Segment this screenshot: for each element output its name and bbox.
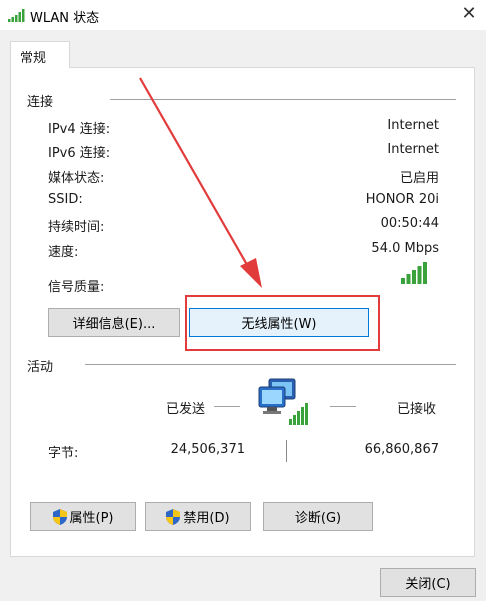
bytes-sent-value: 24,506,371 xyxy=(170,442,245,457)
row-value-media-state: 已启用 xyxy=(399,171,439,186)
row-value-speed: 54.0 Mbps xyxy=(371,241,439,256)
sent-line xyxy=(214,406,240,407)
tab-label: 常规 xyxy=(20,51,47,66)
row-label-ipv4: IPv4 连接: xyxy=(48,122,111,137)
title-bar: WLAN 状态 ✕ xyxy=(0,0,486,30)
disable-button-label: 禁用(D) xyxy=(183,511,230,526)
section-title-connection: 连接 xyxy=(27,95,54,110)
signal-strength-icon xyxy=(401,262,427,284)
row-label-speed: 速度: xyxy=(48,245,79,260)
row-value-ssid: HONOR 20i xyxy=(365,192,439,207)
details-button[interactable]: 详细信息(E)... xyxy=(48,308,180,337)
network-computers-icon xyxy=(258,378,308,425)
highlight-box-annotation xyxy=(185,295,380,351)
received-line xyxy=(330,406,356,407)
disable-button[interactable]: 禁用(D) xyxy=(145,502,251,531)
bytes-divider xyxy=(286,440,287,462)
uac-shield-icon xyxy=(52,508,67,525)
row-label-ipv6: IPv6 连接: xyxy=(48,146,111,161)
bytes-label: 字节: xyxy=(48,446,79,461)
window-title: WLAN 状态 xyxy=(30,11,100,26)
sent-label: 已发送 xyxy=(166,402,206,417)
signal-quality-label: 信号质量: xyxy=(48,280,105,295)
section-title-activity: 活动 xyxy=(27,360,54,375)
row-label-ssid: SSID: xyxy=(48,192,83,207)
row-value-duration: 00:50:44 xyxy=(380,216,439,231)
close-button[interactable]: 关闭(C) xyxy=(380,568,476,597)
row-value-ipv6: Internet xyxy=(387,142,439,157)
wifi-signal-icon xyxy=(8,9,25,22)
properties-button[interactable]: 属性(P) xyxy=(30,502,136,531)
diagnose-button[interactable]: 诊断(G) xyxy=(263,502,373,531)
section-divider xyxy=(110,99,456,100)
close-icon[interactable]: ✕ xyxy=(458,3,480,25)
tab-general[interactable]: 常规 xyxy=(10,41,70,68)
properties-button-label: 属性(P) xyxy=(69,511,114,526)
row-value-ipv4: Internet xyxy=(387,118,439,133)
section-divider xyxy=(85,364,456,365)
received-label: 已接收 xyxy=(397,402,437,417)
row-label-media-state: 媒体状态: xyxy=(48,171,105,186)
bytes-received-value: 66,860,867 xyxy=(364,442,439,457)
uac-shield-icon xyxy=(166,508,181,525)
row-label-duration: 持续时间: xyxy=(48,220,105,235)
